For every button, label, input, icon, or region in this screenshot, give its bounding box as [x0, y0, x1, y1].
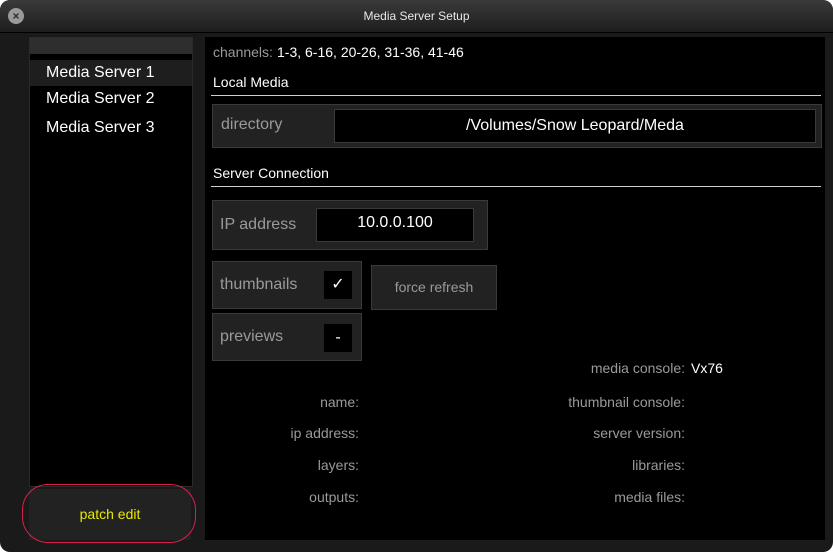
server-connection-heading: Server Connection [213, 165, 329, 181]
layers-label: layers: [317, 457, 359, 473]
outputs-label: outputs: [309, 489, 359, 505]
previews-checkbox[interactable]: - [324, 324, 352, 352]
title-bar[interactable]: × Media Server Setup [0, 0, 833, 33]
sidebar-item-media-server-1[interactable]: Media Server 1 [30, 60, 192, 86]
media-server-setup-window: × Media Server Setup Media Server 1 Medi… [0, 0, 833, 552]
server-version-label: server version: [593, 425, 685, 441]
thumbnails-row: thumbnails ✓ [212, 261, 362, 309]
section-divider [211, 95, 821, 96]
channels-label: channels: [213, 44, 273, 60]
libraries-label: libraries: [632, 457, 685, 473]
patch-edit-button[interactable]: patch edit [29, 489, 191, 540]
server-settings-panel: channels: 1-3, 6-16, 20-26, 31-36, 41-46… [205, 37, 825, 540]
thumbnails-label: thumbnails [220, 276, 298, 293]
sidebar-item-media-server-3[interactable]: Media Server 3 [46, 119, 155, 137]
ip-address-row: IP address 10.0.0.100 [212, 200, 488, 250]
directory-row: directory /Volumes/Snow Leopard/Meda [212, 104, 822, 148]
thumbnails-checkbox[interactable]: ✓ [324, 271, 352, 299]
thumbnail-console-label: thumbnail console: [568, 394, 685, 410]
local-media-heading: Local Media [213, 74, 289, 90]
section-divider [211, 186, 821, 187]
ip-address-label: IP address [220, 216, 297, 233]
force-refresh-button[interactable]: force refresh [371, 265, 497, 310]
directory-label: directory [221, 116, 283, 133]
ip-address-field[interactable]: 10.0.0.100 [316, 208, 474, 242]
sidebar-item-media-server-2[interactable]: Media Server 2 [46, 90, 155, 108]
ip-address-info-label: ip address: [290, 425, 359, 441]
channels-value: 1-3, 6-16, 20-26, 31-36, 41-46 [277, 44, 464, 60]
media-console-value: Vx76 [691, 360, 723, 376]
server-list-header [30, 38, 192, 54]
media-console-label: media console: [590, 360, 685, 376]
name-label: name: [320, 394, 359, 410]
window-title: Media Server Setup [363, 9, 470, 23]
previews-row: previews - [212, 313, 362, 361]
server-list: Media Server 1 Media Server 2 Media Serv… [29, 37, 193, 487]
media-files-label: media files: [614, 489, 685, 505]
previews-label: previews [220, 328, 284, 345]
directory-field[interactable]: /Volumes/Snow Leopard/Meda [334, 109, 816, 143]
